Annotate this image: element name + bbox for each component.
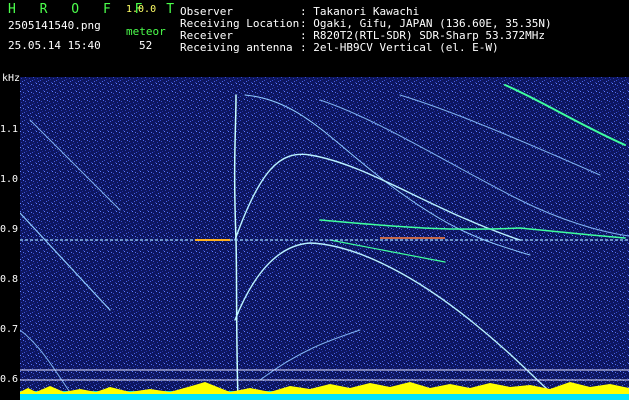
meteor-count: 52 [139, 39, 153, 52]
y-tick: 1.0 [0, 174, 19, 185]
y-tick: 0.9 [0, 224, 19, 235]
info-value-antenna: : 2el-HB9CV Vertical (el. E-W) [300, 41, 499, 54]
y-tick: 0.6 [0, 374, 19, 385]
file-datetime: 25.05.14 15:40 [8, 39, 101, 52]
y-tick: 1.1 [0, 124, 19, 135]
spectrogram [20, 77, 629, 400]
y-tick: 0.8 [0, 274, 19, 285]
meteor-label: meteor [126, 25, 166, 38]
y-tick: 0.7 [0, 324, 19, 335]
y-unit-label: kHz [2, 73, 21, 84]
app-version: 1.0.0 [126, 4, 157, 15]
spectrogram-noise [20, 77, 629, 400]
file-name: 2505141540.png [8, 19, 101, 32]
header-panel: H R O F F T 1.0.0 2505141540.png 25.05.1… [0, 0, 629, 90]
info-key-antenna: Receiving antenna [180, 41, 293, 54]
